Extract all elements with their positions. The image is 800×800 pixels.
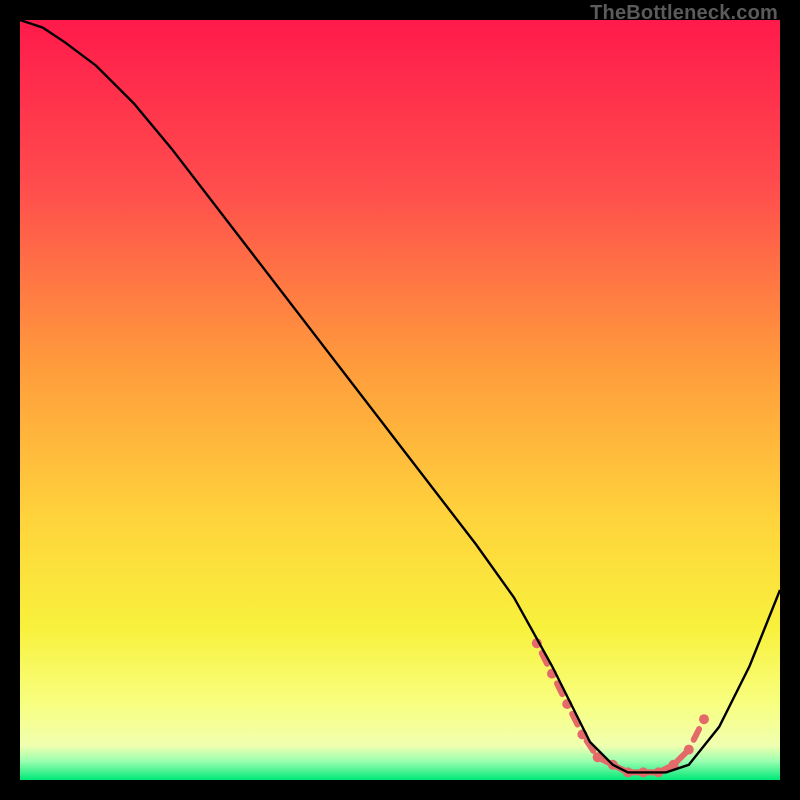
marker-dash xyxy=(677,753,685,761)
curve-layer xyxy=(20,20,780,780)
plot-area xyxy=(20,20,780,780)
marker-points xyxy=(532,638,709,777)
marker-point xyxy=(699,714,709,724)
marker-dash xyxy=(694,729,699,740)
chart-container: TheBottleneck.com xyxy=(0,0,800,800)
bottleneck-curve xyxy=(20,20,780,772)
watermark-label: TheBottleneck.com xyxy=(590,2,778,25)
